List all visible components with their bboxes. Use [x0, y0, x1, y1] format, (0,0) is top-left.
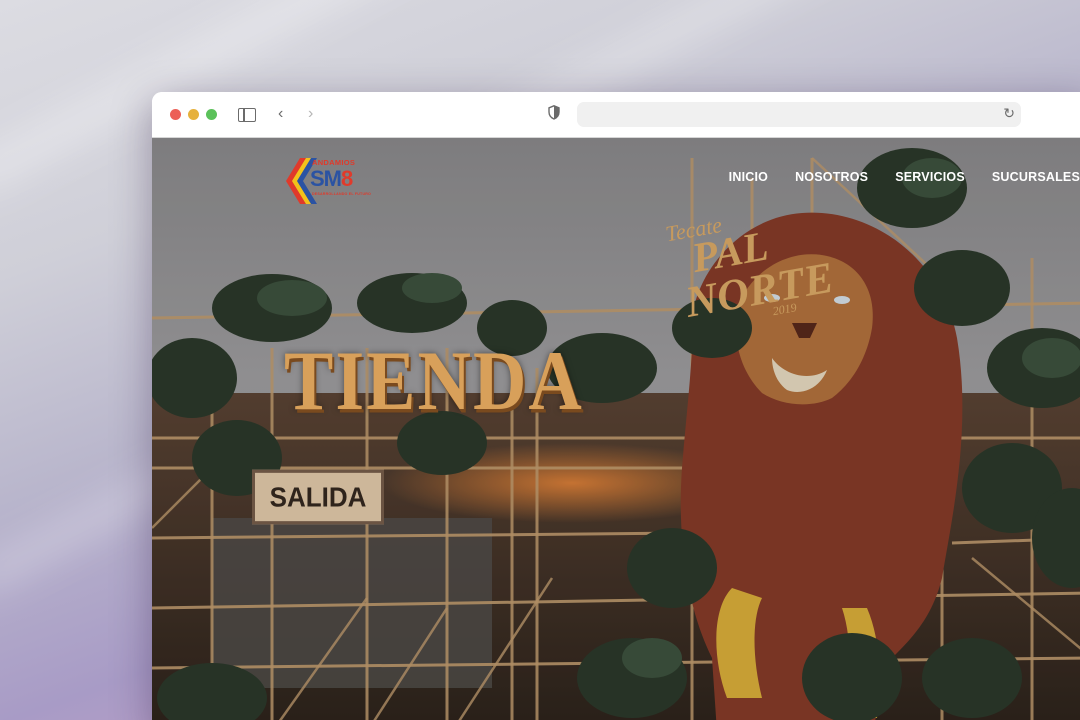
logo-letters: SM [310, 166, 342, 191]
nav-item-sucursales[interactable]: SUCURSALES [992, 170, 1080, 184]
logo-tagline: DESARROLLANDO EL FUTURO [312, 192, 372, 196]
nav-item-inicio[interactable]: INICIO [729, 170, 768, 184]
reload-icon[interactable]: ↻ [1003, 105, 1015, 122]
shield-icon[interactable] [548, 105, 560, 120]
forward-icon[interactable]: › [308, 104, 313, 124]
browser-window: ‹ › ↻ Tecate PAL NORTE 2019 TIENDA SALID… [152, 92, 1080, 720]
back-icon[interactable]: ‹ [278, 104, 283, 124]
web-page: Tecate PAL NORTE 2019 TIENDA SALIDA ANDA… [152, 138, 1080, 720]
main-nav: INICIO NOSOTROS SERVICIOS SUCURSALES [729, 170, 1080, 184]
salida-sign: SALIDA [252, 469, 384, 525]
zoom-window-button[interactable] [206, 109, 217, 120]
site-logo[interactable]: ANDAMIOS SM8 DESARROLLANDO EL FUTURO [286, 156, 371, 208]
nav-item-servicios[interactable]: SERVICIOS [895, 170, 965, 184]
sidebar-icon[interactable] [238, 108, 256, 122]
browser-toolbar: ‹ › ↻ [152, 92, 1080, 138]
logo-main-text: SM8 [310, 166, 353, 192]
minimize-window-button[interactable] [188, 109, 199, 120]
logo-digit: 8 [341, 166, 353, 191]
tienda-sign: TIENDA [284, 334, 584, 429]
close-window-button[interactable] [170, 109, 181, 120]
salida-sign-text: SALIDA [269, 480, 367, 513]
address-bar[interactable]: ↻ [577, 102, 1021, 127]
nav-item-nosotros[interactable]: NOSOTROS [795, 170, 868, 184]
